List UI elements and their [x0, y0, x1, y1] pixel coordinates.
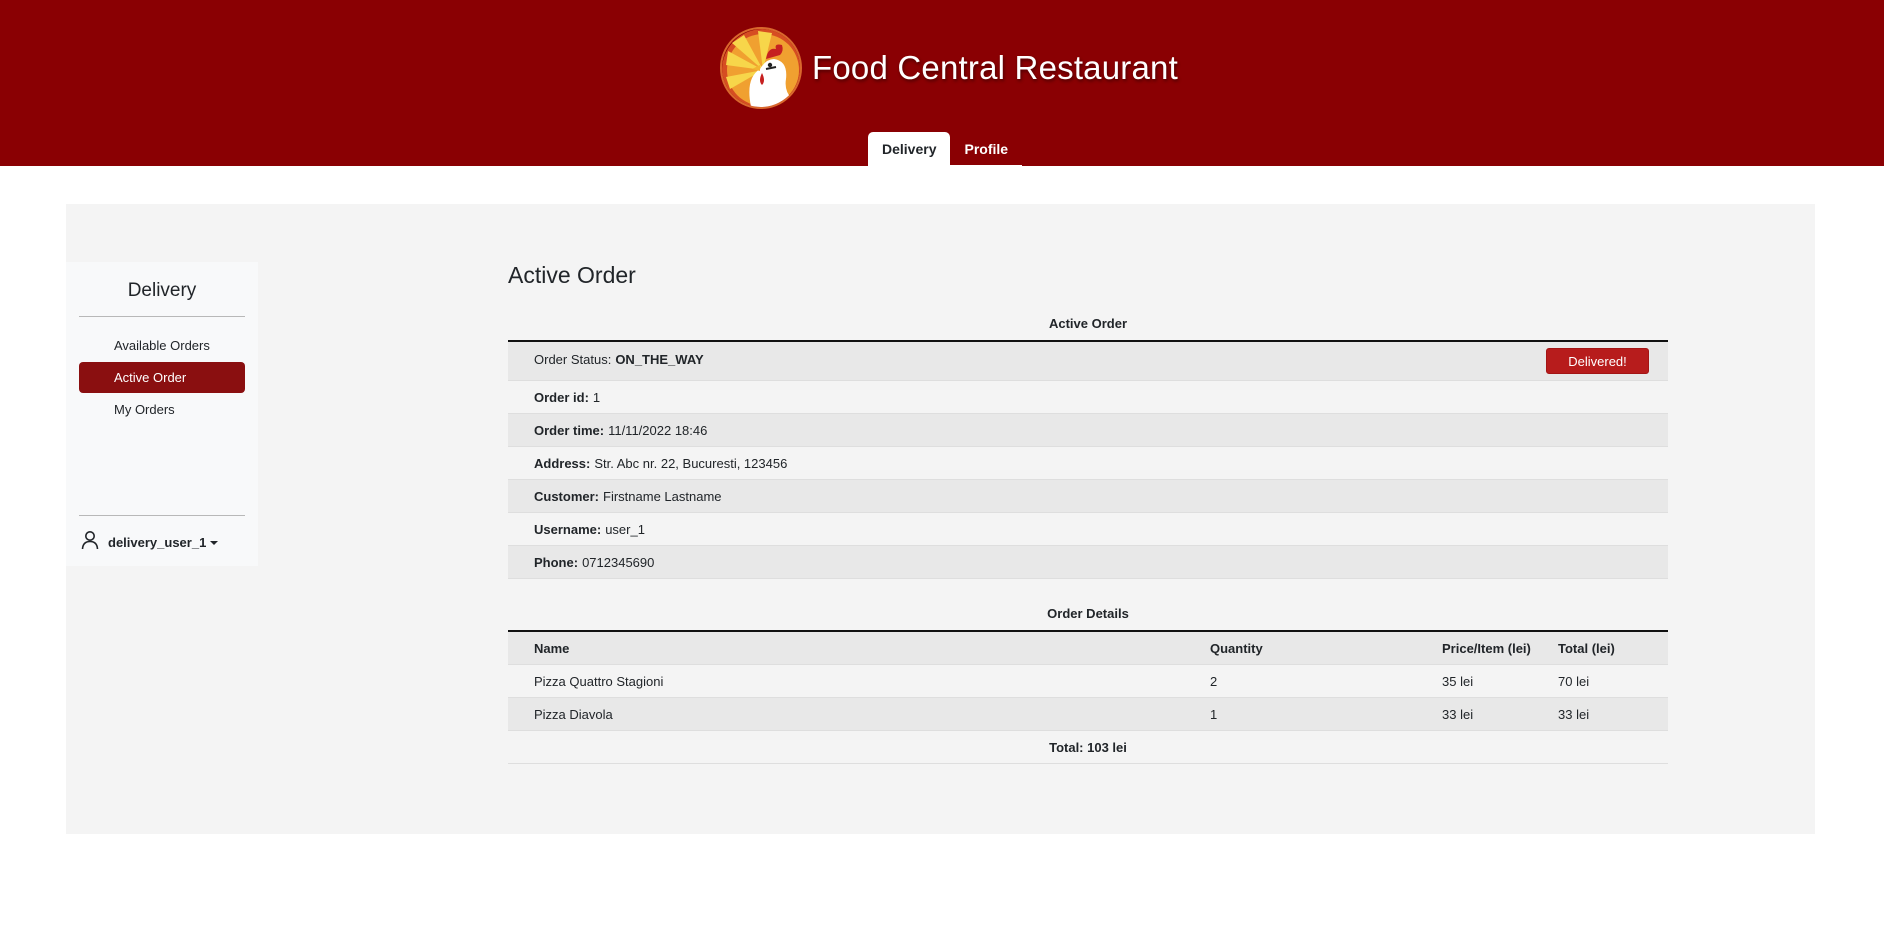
order-id-value: 1	[592, 390, 601, 405]
field-label: Username:	[534, 522, 602, 537]
item-price: 33 lei	[1442, 707, 1474, 722]
order-total: Total: 103 lei	[1049, 739, 1127, 755]
field-label: Order id:	[534, 390, 589, 405]
field-label: Phone:	[534, 555, 579, 570]
column-header-total: Total (lei)	[1558, 641, 1615, 656]
item-price: 35 lei	[1442, 674, 1474, 689]
sidebar-title: Delivery	[127, 280, 197, 301]
field-label: Order time:	[534, 423, 605, 438]
item-name: Pizza Diavola	[534, 707, 613, 722]
chicken-logo-icon	[720, 27, 802, 109]
table-row: Order Status: ON_THE_WAY Delivered!	[508, 342, 1668, 381]
table-header-row: Name Quantity Price/Item (lei) Total (le…	[508, 632, 1668, 665]
order-table-caption: Active Order	[1048, 316, 1128, 331]
table-row: Order id: 1	[508, 381, 1668, 414]
order-time-value: 11/11/2022 18:46	[608, 423, 708, 438]
field-label: Customer:	[534, 489, 600, 504]
sidebar-divider	[79, 316, 245, 317]
item-quantity: 1	[1210, 707, 1218, 722]
sidebar-divider	[79, 515, 245, 516]
item-name: Pizza Quattro Stagioni	[534, 674, 664, 689]
status-badge: ON_THE_WAY	[615, 351, 704, 367]
table-row: Order time: 11/11/2022 18:46	[508, 414, 1668, 447]
table-row: Username: user_1	[508, 513, 1668, 546]
tab-delivery[interactable]: Delivery	[868, 132, 951, 166]
table-row: Customer: Firstname Lastname	[508, 480, 1668, 513]
sidebar-item-active-order[interactable]: Active Order	[79, 362, 245, 393]
field-label: Address:	[534, 456, 591, 471]
restaurant-name: Food Central Restaurant	[812, 49, 1178, 86]
sidebar: Delivery Available Orders Active Order M…	[66, 262, 258, 566]
table-row: Address: Str. Abc nr. 22, Bucuresti, 123…	[508, 447, 1668, 480]
order-total-row: Total: 103 lei	[508, 731, 1668, 764]
details-table-caption: Order Details	[1047, 606, 1129, 621]
brand[interactable]: Food Central Restaurant	[720, 26, 1178, 110]
page-title: Active Order	[508, 262, 636, 288]
table-row: Phone: 0712345690	[508, 546, 1668, 579]
item-quantity: 2	[1210, 674, 1218, 689]
phone-value: 0712345690	[582, 555, 655, 570]
item-total: 70 lei	[1558, 674, 1590, 689]
table-row: Pizza Quattro Stagioni 2 35 lei 70 lei	[508, 665, 1668, 698]
top-header: Food Central Restaurant Delivery Profile	[0, 0, 1884, 166]
user-dropdown[interactable]: delivery_user_1	[80, 530, 219, 555]
sidebar-item-my-orders[interactable]: My Orders	[79, 394, 245, 425]
table-row: Pizza Diavola 1 33 lei 33 lei	[508, 698, 1668, 731]
column-header-name: Name	[534, 641, 570, 656]
address-value: Str. Abc nr. 22, Bucuresti, 123456	[594, 456, 788, 471]
sidebar-item-available-orders[interactable]: Available Orders	[79, 330, 245, 361]
username-label: delivery_user_1	[108, 535, 207, 550]
chevron-down-icon	[210, 540, 219, 545]
column-header-price: Price/Item (lei)	[1442, 641, 1531, 656]
column-header-quantity: Quantity	[1210, 641, 1263, 656]
tab-profile[interactable]: Profile	[950, 132, 1023, 166]
delivered-button[interactable]: Delivered!	[1546, 348, 1649, 374]
item-total: 33 lei	[1558, 707, 1590, 722]
customer-value: Firstname Lastname	[603, 489, 722, 504]
main-nav: Delivery Profile	[868, 132, 1023, 166]
username-value: user_1	[605, 522, 645, 537]
order-status-label: Order Status:	[534, 351, 612, 367]
user-icon	[80, 530, 100, 555]
